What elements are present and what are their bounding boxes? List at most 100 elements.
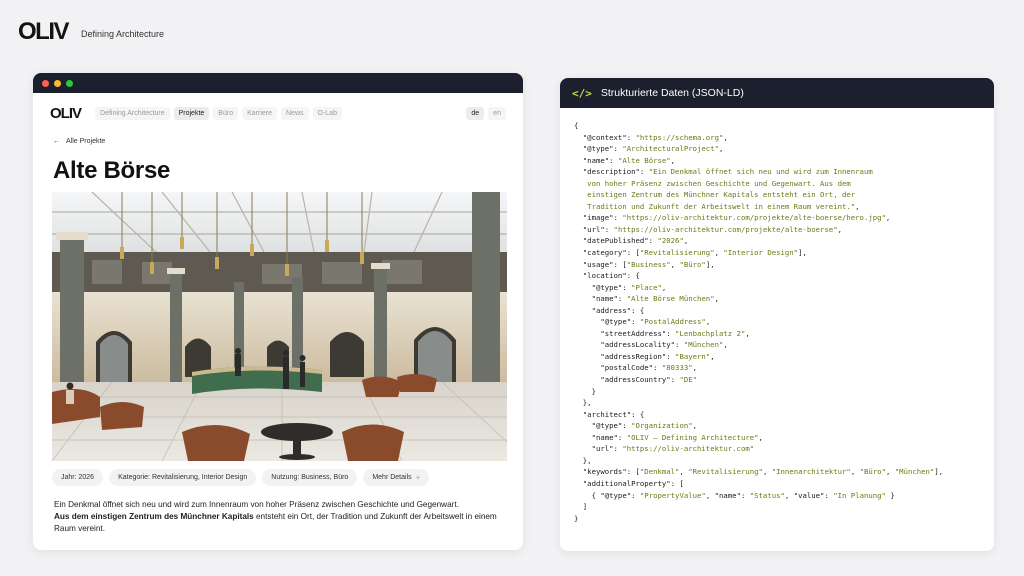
code-string: "https://oliv-architektur.com/projekte/a…: [613, 224, 838, 234]
description-bold: Aus dem einstigen Zentrum des Münchner K…: [54, 512, 254, 522]
nav-item-projekte[interactable]: Projekte: [173, 106, 210, 120]
lang-de[interactable]: de: [466, 106, 485, 120]
code-token: "streetAddress":: [574, 328, 676, 338]
code-string: "Denkmal": [639, 467, 680, 477]
code-token: ,: [683, 236, 689, 246]
code-token: },: [574, 398, 592, 408]
code-line: "streetAddress": "Lenbachplatz 2",: [574, 328, 980, 340]
maximize-window-dot[interactable]: [66, 79, 73, 87]
code-block: { "@context": "https://schema.org", "@ty…: [560, 108, 994, 536]
code-string: "Interior Design": [723, 248, 799, 258]
code-line: "@type": "PostalAddress",: [574, 316, 980, 328]
code-line: "datePublished": "2026",: [574, 235, 980, 247]
code-line: "keywords": ["Denkmal", "Revitalisierung…: [574, 466, 980, 478]
minimize-window-dot[interactable]: [54, 79, 61, 87]
code-token: ,: [837, 224, 843, 234]
code-line: "address": {: [574, 305, 980, 317]
nav-item-buero[interactable]: Büro: [213, 106, 239, 120]
code-line: "@context": "https://schema.org",: [574, 132, 980, 144]
code-token: "additionalProperty": [: [574, 478, 684, 488]
code-token: ,: [670, 155, 676, 165]
code-string: "Büro": [679, 259, 706, 269]
code-line: von hoher Präsenz zwischen Geschichte un…: [574, 178, 980, 190]
code-string: "ArchitecturalProject": [622, 144, 719, 154]
lang-en[interactable]: en: [488, 106, 506, 120]
code-string: "In Planung": [833, 490, 886, 500]
code-string: "München": [683, 340, 724, 350]
code-icon: </>: [572, 86, 592, 100]
code-string: "https://schema.org": [635, 132, 724, 142]
nav-item-karriere[interactable]: Karriere: [242, 106, 277, 120]
code-line: "addressCountry": "DE": [574, 374, 980, 386]
code-string: "80333": [661, 363, 693, 373]
back-link[interactable]: ← Alle Projekte: [53, 138, 105, 145]
code-line: },: [574, 397, 980, 409]
code-line: einstigen Zentrum des Münchner Kapitals …: [574, 189, 980, 201]
code-token: ,: [661, 282, 667, 292]
code-string: "Alte Börse": [617, 155, 671, 165]
nav-items: Defining Architecture Projekte Büro Karr…: [95, 106, 342, 120]
code-string: "Innenarchitektur": [771, 467, 851, 477]
code-string: "München": [894, 467, 935, 477]
code-line: {: [574, 120, 980, 132]
nav-item-news[interactable]: News: [281, 106, 309, 120]
code-token: ],: [705, 259, 715, 269]
code-line: "@type": "ArchitecturalProject",: [574, 143, 980, 155]
browser-window: OLIV Defining Architecture Projekte Büro…: [33, 73, 523, 550]
code-token: "url":: [574, 444, 623, 454]
code-string: Tradition und Zukunft der Arbeitswelt in…: [574, 201, 856, 211]
code-token: {: [574, 121, 579, 130]
code-string: "Alte Börse München": [626, 294, 715, 304]
code-panel-header: </> Strukturierte Daten (JSON-LD): [560, 78, 994, 108]
meta-category: Kategorie: Revitalisierung, Interior Des…: [109, 469, 257, 486]
code-token: "@type":: [574, 421, 632, 431]
code-string: "2026": [657, 236, 684, 246]
code-string: "Büro": [859, 467, 886, 477]
code-line: { "@type": "PropertyValue", "name": "Sta…: [574, 490, 980, 502]
nav-item-o-lab[interactable]: O-Lab: [312, 106, 342, 120]
close-window-dot[interactable]: [42, 79, 49, 87]
code-string: "Ein Denkmal öffnet sich neu und wird zu…: [648, 167, 873, 177]
code-token: "url":: [574, 224, 614, 234]
code-token: "addressLocality":: [574, 340, 684, 350]
code-token: ,: [723, 340, 728, 350]
code-string: "Organization": [631, 421, 693, 431]
nav-item-defining-architecture[interactable]: Defining Architecture: [95, 106, 170, 120]
code-string: "Status": [749, 490, 785, 500]
code-token: "name":: [574, 155, 618, 165]
code-token: "datePublished":: [574, 236, 658, 246]
code-line: "postalCode": "80333",: [574, 362, 980, 374]
code-token: ]: [574, 502, 588, 512]
project-meta: Jahr: 2026 Kategorie: Revitalisierung, I…: [52, 469, 430, 486]
code-token: "address": {: [574, 305, 645, 315]
code-string: "PostalAddress": [639, 317, 706, 327]
brand-header: OLIV Defining Architecture: [18, 18, 164, 46]
code-token: ,: [723, 132, 728, 142]
site-logo[interactable]: OLIV: [50, 105, 82, 122]
code-token: "keywords": [: [574, 467, 640, 477]
code-token: }: [574, 386, 596, 396]
code-line: "@type": "Organization",: [574, 420, 980, 432]
code-line: "additionalProperty": [: [574, 478, 980, 490]
code-line: }: [574, 386, 980, 398]
code-token: "@type":: [574, 144, 623, 154]
code-line: "image": "https://oliv-architektur.com/p…: [574, 212, 980, 224]
code-line: "location": {: [574, 270, 980, 282]
code-line: "category": ["Revitalisierung", "Interio…: [574, 247, 980, 259]
code-token: ],: [934, 467, 944, 477]
code-token: "usage": [: [574, 259, 627, 269]
more-details-button[interactable]: Mehr Details +: [363, 469, 430, 486]
code-token: "image":: [574, 213, 623, 223]
code-token: "@context":: [574, 132, 636, 142]
code-line: "name": "Alte Börse München",: [574, 293, 980, 305]
code-token: ,: [710, 351, 715, 361]
more-details-label: Mehr Details: [372, 474, 412, 481]
code-token: { "@type":: [574, 490, 640, 500]
code-line: "architect": {: [574, 409, 980, 421]
brand-logo[interactable]: OLIV: [18, 18, 70, 46]
code-token: "name":: [574, 294, 627, 304]
code-token: , "value":: [784, 490, 834, 500]
code-token: ,: [745, 328, 750, 338]
code-string: "Revitalisierung": [639, 248, 715, 258]
code-line: "addressLocality": "München",: [574, 339, 980, 351]
